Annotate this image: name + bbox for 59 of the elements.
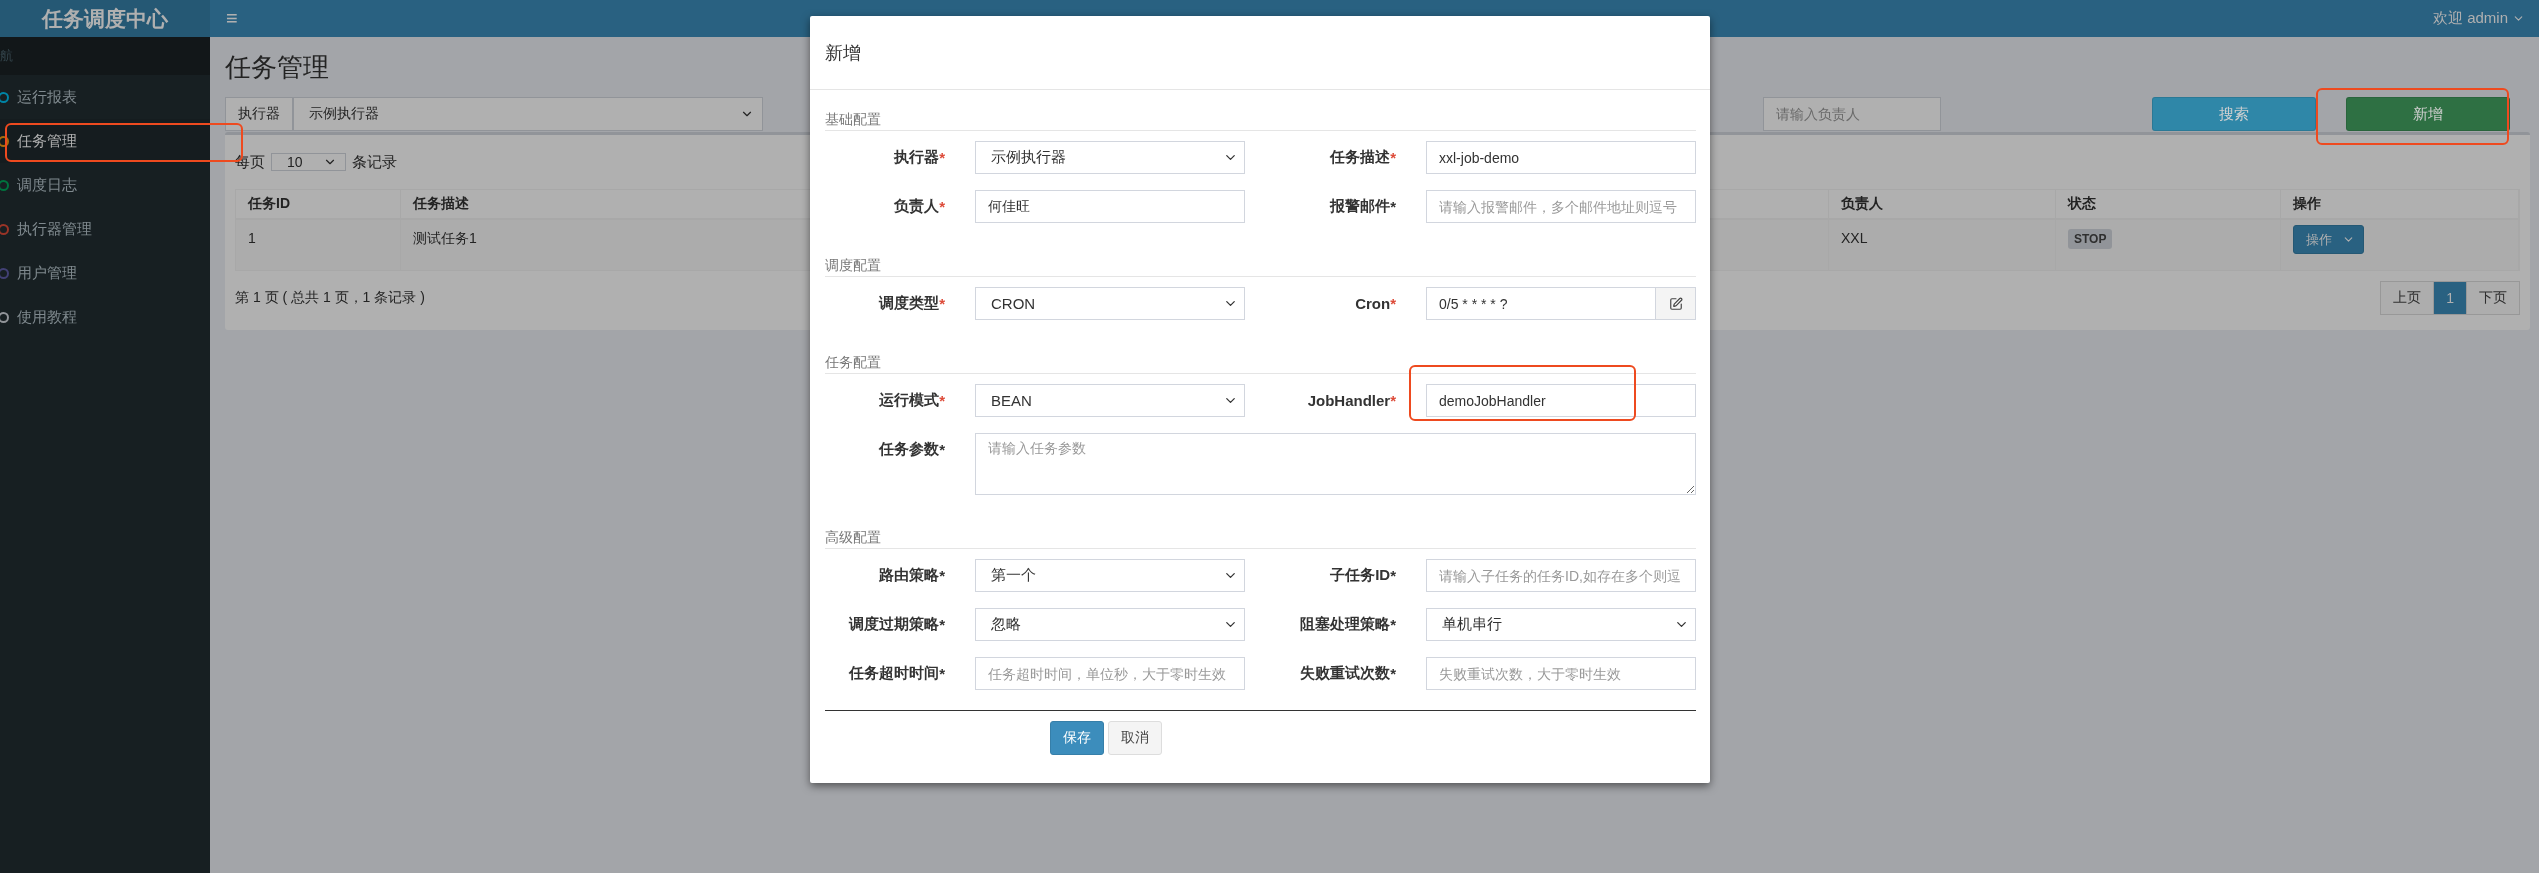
select-field[interactable]: 第一个 [975,559,1245,592]
page-button[interactable]: 下页 [2466,281,2520,315]
select-field[interactable]: 示例执行器 [975,141,1245,174]
field-label: 报警邮件* [1328,196,1396,217]
edit-icon [1668,296,1683,311]
input-field[interactable]: 请输入子任务的任务ID,如存在多个则逗 [1426,559,1696,592]
table-cell: 1 [236,220,401,270]
sidebar-item[interactable]: 执行器管理 [0,207,210,251]
page-title: 任务管理 [225,52,329,82]
add-button[interactable]: 新增 [2346,97,2510,131]
sidebar-item[interactable]: 运行报表 [0,75,210,119]
status-badge: STOP [2068,229,2113,249]
section-title: 基础配置 [825,111,1696,131]
sidebar-item[interactable]: 用户管理 [0,251,210,295]
sidebar-item[interactable]: 调度日志 [0,163,210,207]
field-label: 路由策略* [878,565,945,586]
input-field[interactable]: 失败重试次数，大于零时生效 [1426,657,1696,690]
field-label: 执行器* [893,147,945,168]
page-size-select[interactable]: 10 [271,153,346,171]
page-size-label: 每页 [235,152,265,172]
section-title: 调度配置 [825,257,1696,277]
input-field[interactable]: demoJobHandler [1426,384,1696,417]
page-button[interactable]: 上页 [2380,281,2435,315]
textarea-field[interactable]: 请输入任务参数 [975,433,1696,495]
sidebar-item[interactable]: 使用教程 [0,295,210,339]
select-field[interactable]: 单机串行 [1426,608,1696,641]
field-label: 运行模式* [878,390,945,411]
input-field[interactable]: 请输入报警邮件，多个邮件地址则逗号 [1426,190,1696,223]
section-title: 任务配置 [825,354,1696,374]
field-label: 任务参数* [878,439,945,460]
field-label: 阻塞处理策略* [1299,614,1396,635]
section-title: 高级配置 [825,529,1696,549]
owner-input[interactable]: 请输入负责人 [1763,97,1941,131]
dialog-title: 新增 [825,41,861,65]
select-field[interactable]: BEAN [975,384,1245,417]
input-field[interactable]: 0/5 * * * * ? [1426,287,1656,320]
field-label: 子任务ID* [1329,565,1396,586]
input-field[interactable]: 何佳旺 [975,190,1245,223]
edit-button[interactable] [1656,287,1696,320]
page-summary: 第 1 页 ( 总共 1 页，1 条记录 ) [235,288,425,307]
field-label: 任务描述* [1329,147,1396,168]
save-button[interactable]: 保存 [1050,721,1104,755]
executor-label: 执行器 [225,97,293,131]
page-size-label: 条记录 [352,152,397,172]
table-cell: XXL [1829,220,2056,270]
field-label: Cron* [1354,294,1396,314]
field-label: 调度过期策略* [847,614,945,635]
field-label: 调度类型* [877,293,945,314]
input-field[interactable]: 任务超时时间，单位秒，大于零时生效 [975,657,1245,690]
field-label: JobHandler* [1306,391,1396,411]
field-label: 负责人* [893,196,945,217]
field-label: 任务超时时间* [848,663,945,684]
select-field[interactable]: CRON [975,287,1245,320]
executor-select[interactable]: 示例执行器 [293,97,763,131]
cancel-button[interactable]: 取消 [1108,721,1162,755]
input-field[interactable]: xxl-job-demo [1426,141,1696,174]
select-field[interactable]: 忽略 [975,608,1245,641]
brand-title: 任务调度中心 [0,0,210,37]
field-label: 失败重试次数* [1299,663,1396,684]
